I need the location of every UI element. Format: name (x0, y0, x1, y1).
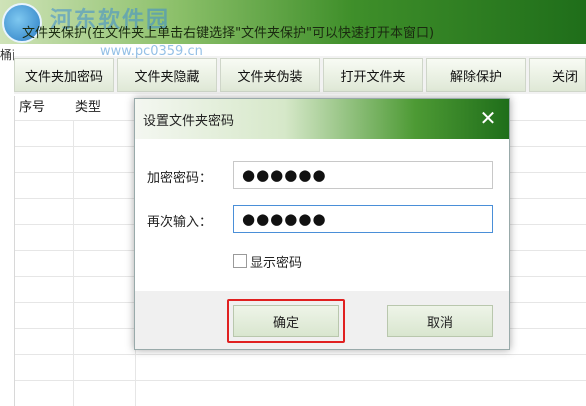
window-title: 文件夹保护(在文件夹上单击右键选择"文件夹保护"可以快速打开本窗口) (22, 26, 435, 41)
show-password-label[interactable]: 显示密码 (250, 252, 302, 271)
ok-button-highlight (227, 299, 345, 343)
column-header-type[interactable]: 类型 (75, 96, 101, 120)
cancel-button[interactable]: 取消 (387, 305, 493, 337)
toolbar: 文件夹加密码 文件夹隐藏 文件夹伪装 打开文件夹 解除保护 关闭 (14, 56, 586, 94)
confirm-password-label: 再次输入： (147, 215, 213, 230)
disguise-folder-button[interactable]: 文件夹伪装 (220, 58, 320, 92)
watermark-url: www.pc0359.cn (100, 44, 203, 59)
close-icon[interactable]: ✕ (477, 107, 499, 129)
set-password-dialog: 设置文件夹密码 ✕ 加密密码： ●●●●●● 再次输入： ●●●●●● 显示密码… (134, 98, 510, 350)
open-folder-button[interactable]: 打开文件夹 (323, 58, 423, 92)
confirm-password-field[interactable]: ●●●●●● (233, 205, 493, 233)
table-row-line (15, 380, 586, 381)
column-header-index[interactable]: 序号 (19, 96, 45, 120)
dialog-title-bar: 设置文件夹密码 ✕ (135, 99, 509, 139)
window-title-bar: 河东软件园 文件夹保护(在文件夹上单击右键选择"文件夹保护"可以快速打开本窗口) (0, 0, 586, 44)
encrypt-folder-button[interactable]: 文件夹加密码 (14, 58, 114, 92)
password-label: 加密密码： (147, 171, 213, 186)
hide-folder-button[interactable]: 文件夹隐藏 (117, 58, 217, 92)
dialog-title: 设置文件夹密码 (143, 114, 235, 129)
show-password-checkbox[interactable] (233, 254, 247, 268)
table-column-line (73, 120, 74, 406)
table-row-line (15, 354, 586, 355)
remove-protection-button[interactable]: 解除保护 (426, 58, 526, 92)
dialog-footer: 确定 取消 (135, 291, 509, 349)
close-button[interactable]: 关闭 (529, 58, 586, 92)
password-field[interactable]: ●●●●●● (233, 161, 493, 189)
window-edge-label: 桶面 (0, 48, 14, 62)
